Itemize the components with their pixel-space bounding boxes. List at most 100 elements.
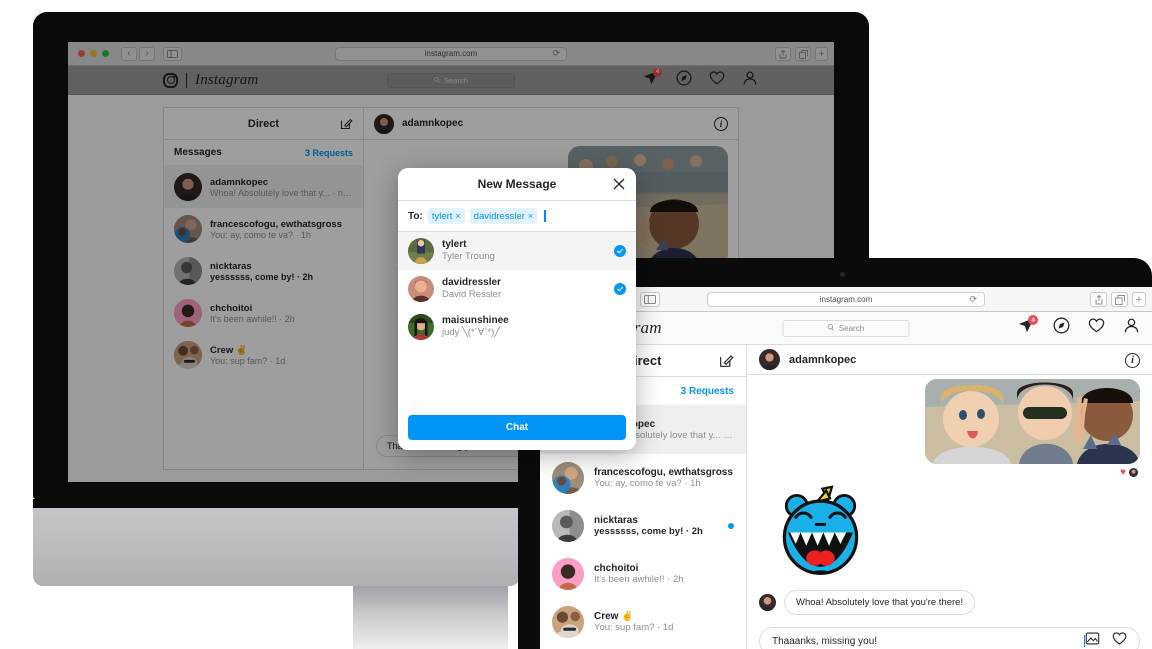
explore-icon[interactable] bbox=[1053, 317, 1070, 339]
activity-icon[interactable]: 4 bbox=[1018, 315, 1038, 339]
blue-monster-sticker-icon bbox=[782, 485, 859, 575]
address-bar-url: instagram.com bbox=[819, 294, 873, 304]
search-input[interactable]: Search bbox=[782, 319, 910, 337]
new-tab-button[interactable]: + bbox=[1132, 292, 1146, 307]
avatar bbox=[374, 113, 394, 134]
thread-row-nicktaras[interactable]: nicktaras yessssss, come by! · 2h bbox=[164, 250, 363, 292]
messages-label: Messages bbox=[174, 147, 222, 158]
compose-icon[interactable] bbox=[719, 353, 734, 373]
avatar bbox=[552, 606, 584, 638]
result-fullname: judy ╲(*´∀`*)╱ bbox=[442, 327, 501, 339]
conversation-username: adamnkopec bbox=[402, 118, 464, 129]
share-icon[interactable] bbox=[775, 47, 791, 61]
message-composer-laptop[interactable]: Thaaanks, missing you! bbox=[759, 627, 1140, 649]
browser-back-button[interactable]: ‹ bbox=[121, 46, 137, 61]
tabs-icon[interactable] bbox=[1111, 292, 1128, 307]
close-window-button[interactable] bbox=[78, 50, 85, 57]
like-icon[interactable] bbox=[1112, 631, 1127, 649]
photo-message[interactable] bbox=[925, 379, 1140, 464]
instagram-logo[interactable]: #imac-screen .ig-cam::after{width:6px;he… bbox=[163, 72, 258, 89]
imac-stand-neck bbox=[353, 586, 508, 649]
thread-row-chchoitoi[interactable]: chchoitoi It's been awhile!! · 2h bbox=[164, 292, 363, 334]
result-row-davidressler[interactable]: davidressler David Ressler bbox=[398, 270, 636, 308]
chip-remove-icon[interactable]: × bbox=[455, 211, 460, 221]
messages-header: Messages 3 Requests bbox=[164, 140, 363, 166]
avatar bbox=[408, 276, 434, 302]
avatar bbox=[174, 173, 202, 201]
sticker-message[interactable] bbox=[773, 485, 868, 580]
result-username: maisunshinee bbox=[442, 314, 509, 326]
chip-label: davidressler bbox=[473, 210, 525, 222]
avatar bbox=[174, 215, 202, 243]
close-icon[interactable] bbox=[611, 176, 627, 192]
chat-submit-button[interactable]: Chat bbox=[408, 415, 626, 440]
result-username: davidressler bbox=[442, 276, 501, 288]
thread-preview: You: ay, como te va? · 1h bbox=[210, 229, 312, 240]
requests-link[interactable]: 3 Requests bbox=[681, 386, 734, 397]
thread-name: francescofogu, ewthatsgross bbox=[210, 218, 342, 230]
reload-icon[interactable]: ⟳ bbox=[552, 48, 560, 59]
message-reactions[interactable]: ♥ bbox=[1120, 467, 1138, 478]
sidebar-icon[interactable] bbox=[640, 291, 660, 307]
chip-remove-icon[interactable]: × bbox=[528, 211, 533, 221]
modal-header: New Message bbox=[398, 168, 636, 201]
thread-row-adamnkopec[interactable]: adamnkopec Whoa! Absolutely love that y.… bbox=[164, 166, 363, 208]
activity-icon[interactable]: 4 bbox=[643, 67, 662, 91]
recipient-chip-tylert[interactable]: tylert × bbox=[427, 208, 465, 224]
compose-icon[interactable] bbox=[340, 117, 353, 135]
conversation-header: adamnkopec i bbox=[364, 108, 738, 140]
direct-header: Direct bbox=[164, 108, 363, 140]
thread-preview: It's been awhile!! · 2h bbox=[210, 313, 295, 324]
likes-icon[interactable] bbox=[709, 70, 725, 91]
thread-row-francescofogu[interactable]: francescofogu, ewthatsgross You: ay, com… bbox=[164, 208, 363, 250]
search-placeholder: Search bbox=[444, 75, 468, 85]
info-icon[interactable]: i bbox=[1125, 353, 1140, 368]
result-row-maisunshinee[interactable]: maisunshinee judy ╲(*´∀`*)╱ bbox=[398, 308, 636, 346]
heart-reaction-icon: ♥ bbox=[1120, 467, 1126, 478]
browser-forward-button[interactable]: › bbox=[139, 46, 155, 61]
explore-icon[interactable] bbox=[676, 70, 692, 91]
selected-check-icon[interactable] bbox=[614, 283, 626, 295]
to-label: To: bbox=[408, 210, 423, 222]
direct-title: Direct bbox=[247, 117, 280, 130]
thread-preview: yessssss, come by! · 2h bbox=[594, 526, 703, 537]
search-icon bbox=[827, 323, 835, 333]
notification-badge: 4 bbox=[653, 67, 662, 77]
thread-preview: It's been awhile!! · 2h bbox=[594, 574, 684, 585]
thread-name: nicktaras bbox=[594, 515, 638, 526]
thread-preview: yessssss, come by! · 2h bbox=[210, 271, 314, 282]
tabs-icon[interactable] bbox=[795, 47, 811, 61]
sidebar-icon[interactable] bbox=[163, 46, 182, 61]
address-bar[interactable]: instagram.com ⟳ bbox=[707, 291, 985, 307]
result-row-tylert[interactable]: tylert Tyler Troung bbox=[398, 232, 636, 270]
unread-dot bbox=[728, 523, 734, 529]
thread-row-francescofogu[interactable]: francescofogu, ewthatsgross You: ay, com… bbox=[540, 454, 746, 502]
thread-row-crew[interactable]: Crew ✌️ You: sup fam? · 1d bbox=[540, 598, 746, 646]
avatar bbox=[174, 341, 202, 369]
thread-row-chchoitoi[interactable]: chchoitoi It's been awhile!! · 2h bbox=[540, 550, 746, 598]
address-bar-url: instagram.com bbox=[424, 49, 478, 58]
thread-preview: You: ay, como te va? · 1h bbox=[594, 478, 701, 489]
info-icon[interactable]: i bbox=[714, 117, 728, 131]
zoom-window-button[interactable] bbox=[102, 50, 109, 57]
thread-name: chchoitoi bbox=[210, 302, 253, 314]
direct-conversation-laptop: adamnkopec i ♥ Whoa! Absolutely love tha… bbox=[747, 345, 1152, 649]
address-bar[interactable]: instagram.com ⟳ bbox=[335, 46, 567, 61]
reload-icon[interactable]: ⟳ bbox=[969, 294, 977, 305]
likes-icon[interactable] bbox=[1088, 317, 1105, 339]
search-input[interactable]: Search bbox=[387, 72, 515, 88]
selected-check-icon[interactable] bbox=[614, 245, 626, 257]
recipient-row[interactable]: To: tylert × davidressler × bbox=[398, 201, 636, 232]
photo-icon[interactable] bbox=[1085, 631, 1100, 649]
browser-chrome-desktop: ‹ › instagram.com ⟳ + bbox=[68, 42, 834, 66]
share-icon[interactable] bbox=[1090, 292, 1107, 307]
thread-row-crew[interactable]: Crew ✌️ You: sup fam? · 1d bbox=[164, 334, 363, 376]
recipient-chip-davidressler[interactable]: davidressler × bbox=[469, 208, 538, 224]
new-tab-button[interactable]: + bbox=[815, 47, 828, 61]
thread-row-nicktaras[interactable]: nicktaras yessssss, come by! · 2h bbox=[540, 502, 746, 550]
requests-link[interactable]: 3 Requests bbox=[305, 148, 353, 158]
window-traffic-lights[interactable] bbox=[78, 50, 109, 57]
minimize-window-button[interactable] bbox=[90, 50, 97, 57]
profile-icon[interactable] bbox=[1123, 317, 1140, 339]
profile-icon[interactable] bbox=[742, 70, 758, 91]
